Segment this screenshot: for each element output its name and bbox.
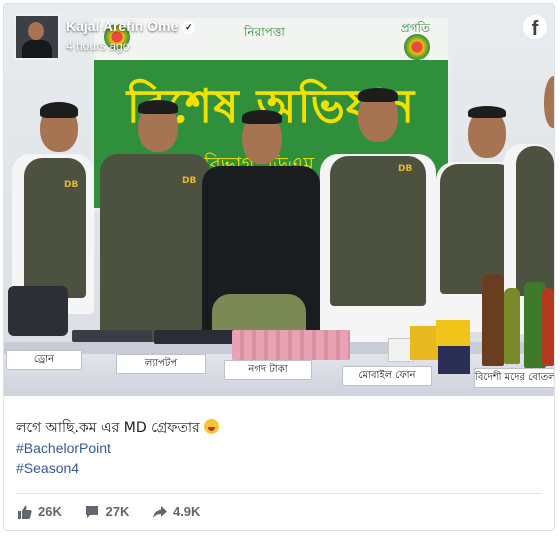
author-name-row[interactable]: Kajal Arefin Ome ✓ [66,18,196,34]
laptop-item [72,330,152,342]
laptop-item [154,330,238,344]
post-timestamp[interactable]: 4 hours ago [66,39,129,53]
table-tag-mobile: মোবাইল ফোন [342,366,432,386]
phone-box-item [438,346,470,374]
bottle-item [504,288,520,364]
post-caption: লগে আছি.কম এর MD গ্রেফতার [16,416,542,438]
engagement-stats: 26K 27K 4.9K [18,502,220,522]
shares-count: 4.9K [172,504,201,519]
author-avatar[interactable] [14,14,60,60]
verified-badge-icon: ✓ [182,21,196,34]
bottle-item [542,288,554,366]
bottle-item [482,274,504,366]
share-arrow-icon [152,506,167,518]
thumbs-up-icon [18,505,32,519]
table-tag-cash: নগদ টাকা [224,360,312,380]
author-name[interactable]: Kajal Arefin Ome [66,18,178,34]
banner-top-mid-text: নিরাপত্তা [244,25,285,39]
table-tag-liquor: বিদেশী মদের বোতল [474,368,554,388]
badge-text: DB [398,164,413,174]
table-tag-laptop: ল্যাপটপ [116,354,206,374]
comments-count: 27K [105,504,130,519]
shares-stat[interactable]: 4.9K [152,502,201,522]
badge-text: DB [64,180,79,190]
hashtag-link[interactable]: #Season4 [16,458,542,478]
table-tag-drone: ড্রোন [6,350,82,370]
post-body: লগে আছি.কম এর MD গ্রেফতার #BachelorPoint… [16,416,542,478]
hashtag-link[interactable]: #BachelorPoint [16,438,542,458]
facebook-logo-icon[interactable]: f [523,15,547,39]
post-card: নিরাপত্তা প্রগতি বিশেষ অভিযান বিভাগ, ডিএ… [3,3,555,531]
comments-stat[interactable]: 27K [85,502,129,522]
cash-stack-item [232,330,350,360]
emblem-right-icon [404,34,430,60]
post-photo[interactable]: নিরাপত্তা প্রগতি বিশেষ অভিযান বিভাগ, ডিএ… [4,4,554,396]
caption-text: লগে আছি.কম এর MD গ্রেফতার [16,420,200,436]
phone-box-item [436,320,470,346]
drone-item [8,286,68,336]
stats-divider [16,493,542,494]
phone-box-item [410,326,438,360]
likes-stat[interactable]: 26K [18,502,62,522]
badge-text: DB [182,176,197,186]
laughing-emoji-icon [203,419,219,434]
likes-count: 26K [38,504,62,519]
comment-bubble-icon [86,506,99,518]
